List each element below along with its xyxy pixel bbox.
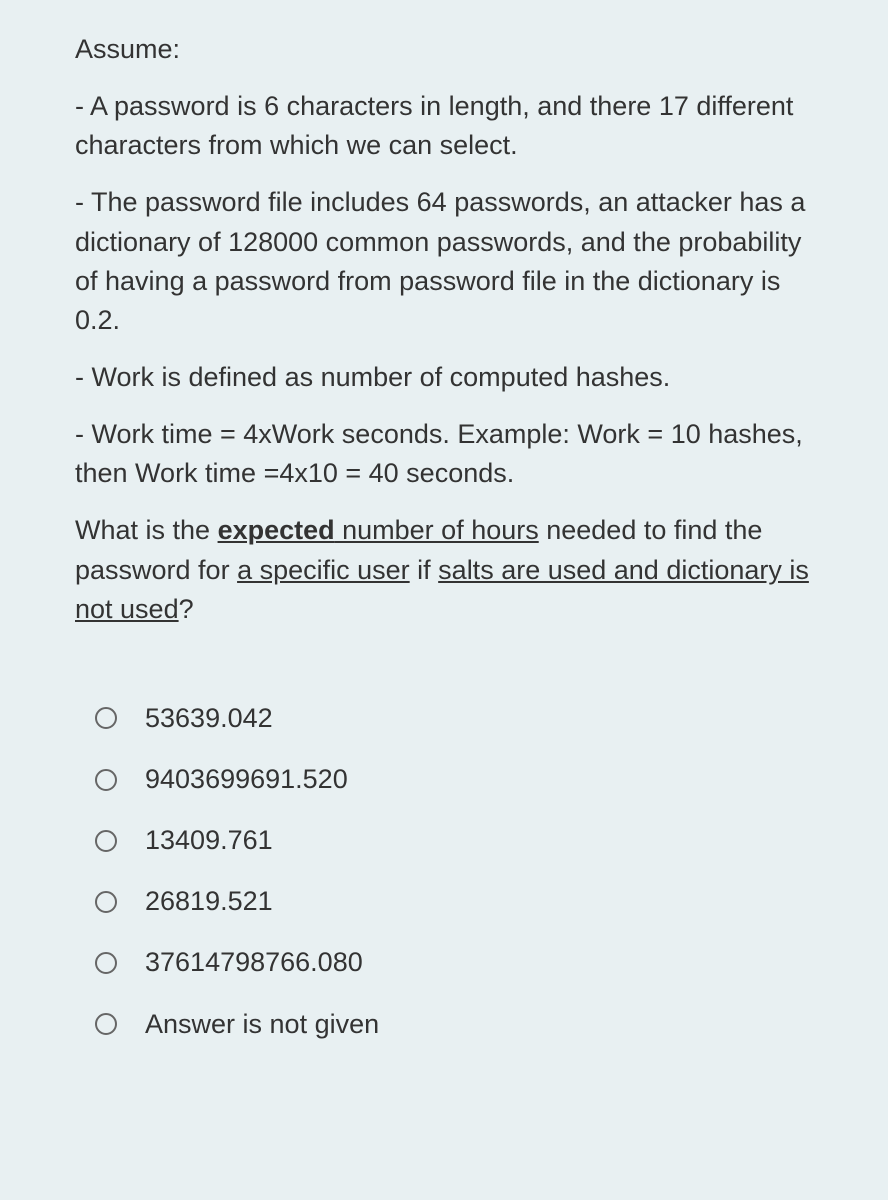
question-suffix: ? xyxy=(179,594,194,624)
option-label-2: 13409.761 xyxy=(145,821,273,860)
option-label-5: Answer is not given xyxy=(145,1005,379,1044)
assumption-2: - The password file includes 64 password… xyxy=(75,183,813,340)
option-row-0[interactable]: 53639.042 xyxy=(95,699,813,738)
option-row-4[interactable]: 37614798766.080 xyxy=(95,943,813,982)
option-row-1[interactable]: 9403699691.520 xyxy=(95,760,813,799)
option-row-3[interactable]: 26819.521 xyxy=(95,882,813,921)
question-text: What is the expected number of hours nee… xyxy=(75,511,813,628)
question-specific-user: a specific user xyxy=(237,555,410,585)
assume-heading: Assume: xyxy=(75,30,813,69)
answer-options: 53639.042 9403699691.520 13409.761 26819… xyxy=(75,699,813,1044)
radio-icon[interactable] xyxy=(95,891,117,913)
option-label-3: 26819.521 xyxy=(145,882,273,921)
option-label-1: 9403699691.520 xyxy=(145,760,348,799)
question-hours: number of hours xyxy=(335,515,539,545)
option-label-4: 37614798766.080 xyxy=(145,943,363,982)
question-prefix: What is the xyxy=(75,515,218,545)
option-label-0: 53639.042 xyxy=(145,699,273,738)
radio-icon[interactable] xyxy=(95,830,117,852)
radio-icon[interactable] xyxy=(95,1013,117,1035)
question-expected: expected xyxy=(218,515,335,545)
radio-icon[interactable] xyxy=(95,707,117,729)
question-mid2: if xyxy=(410,555,439,585)
radio-icon[interactable] xyxy=(95,769,117,791)
option-row-5[interactable]: Answer is not given xyxy=(95,1005,813,1044)
option-row-2[interactable]: 13409.761 xyxy=(95,821,813,860)
radio-icon[interactable] xyxy=(95,952,117,974)
assumption-1: - A password is 6 characters in length, … xyxy=(75,87,813,165)
assumption-4: - Work time = 4xWork seconds. Example: W… xyxy=(75,415,813,493)
assumption-3: - Work is defined as number of computed … xyxy=(75,358,813,397)
